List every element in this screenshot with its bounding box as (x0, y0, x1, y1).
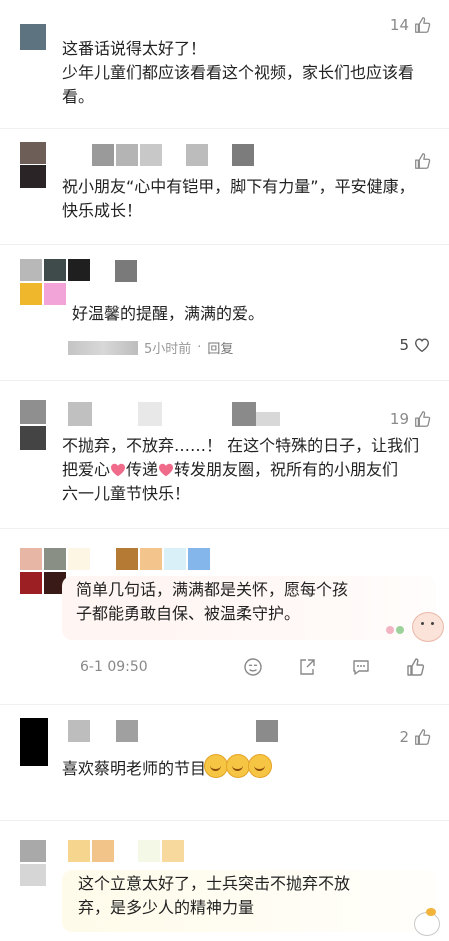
like-button[interactable]: 2 (399, 728, 431, 746)
timestamp: 6-1 09:50 (80, 659, 148, 675)
thumbs-emoji-icon (248, 754, 273, 778)
comment-item: 19 不抛弃，不放弃……！ 在这个特殊的日子，让我们 把爱心 传递 转发朋友圈，祝所… (0, 380, 449, 520)
comment-text: 喜欢蔡明老师的节目 (62, 754, 273, 781)
comment-text: 这个立意太好了，士兵突击不抛弃不放 弃，是多少人的精神力量 (78, 872, 350, 920)
text-segment: 转发朋友圈，祝所有的小朋友们 (174, 460, 399, 479)
action-row (243, 657, 425, 677)
comment-line: 六一儿童节快乐！ (62, 484, 191, 503)
comment-item: 2 喜欢蔡明老师的节目 (0, 704, 449, 814)
username-blurred[interactable] (115, 260, 137, 282)
avatar[interactable] (20, 142, 46, 188)
comment-line: 这个立意太好了，士兵突击不抛弃不放 (78, 874, 351, 893)
comment-line: 快乐成长！ (62, 201, 143, 220)
separator-dot: · (197, 340, 202, 355)
like-button[interactable] (409, 152, 431, 170)
thumb-up-icon (415, 153, 431, 169)
comment-item: 简单几句话，满满都是关怀，愿每个孩 子都能勇敢自保、被温柔守护。 6-1 09:… (0, 528, 449, 698)
comment-item: 这个立意太好了，士兵突击不抛弃不放 弃，是多少人的精神力量 (0, 820, 449, 941)
like-count: 19 (389, 410, 409, 428)
share-icon[interactable] (297, 657, 317, 677)
heart-emoji-icon (111, 463, 126, 477)
comment-item: 14 这番话说得太好了！ 少年儿童们都应该看看这个视频，家长们也应该看 看。 (0, 0, 449, 120)
comment-line: 不抛弃，不放弃……！ 在这个特殊的日子，让我们 (62, 436, 420, 455)
thumb-up-icon (415, 17, 431, 33)
text-segment: 把爱心 (62, 460, 111, 479)
avatar[interactable] (20, 24, 46, 50)
like-count: 14 (389, 16, 409, 34)
meta-row: 5小时前 · 回复 (68, 338, 233, 357)
thumbs-emoji-icon (226, 754, 251, 778)
like-button[interactable]: 19 (390, 410, 431, 428)
comment-line: 喜欢蔡明老师的节目 (62, 759, 207, 778)
comment-text: 这番话说得太好了！ 少年儿童们都应该看看这个视频，家长们也应该看 看。 (62, 37, 414, 109)
username-blurred[interactable] (68, 340, 138, 355)
bubble-decoration (412, 908, 442, 936)
like-count: 2 (399, 728, 409, 746)
heart-outline-icon (415, 338, 429, 353)
avatar[interactable] (20, 840, 46, 888)
comment-text: 好温馨的提醒，满满的爱。 (72, 302, 264, 326)
thumb-up-icon (415, 411, 431, 427)
avatar[interactable] (20, 548, 68, 596)
comment-line: 少年儿童们都应该看看这个视频，家长们也应该看 (62, 63, 415, 82)
comment-text: 不抛弃，不放弃……！ 在这个特殊的日子，让我们 把爱心 传递 转发朋友圈，祝所有的小… (62, 434, 419, 506)
comment-icon[interactable] (351, 657, 371, 677)
comment-line: 弃，是多少人的精神力量 (78, 898, 255, 917)
avatar[interactable] (20, 718, 48, 766)
comment-text: 祝小朋友“心中有铠甲，脚下有力量”，平安健康， 快乐成长！ (62, 175, 415, 223)
comment-item: 祝小朋友“心中有铠甲，脚下有力量”，平安健康， 快乐成长！ (0, 128, 449, 238)
thumb-up-icon[interactable] (405, 657, 425, 677)
comment-text: 简单几句话，满满都是关怀，愿每个孩 子都能勇敢自保、被温柔守护。 (76, 578, 348, 626)
avatar[interactable] (20, 400, 46, 450)
heart-emoji-icon (159, 463, 174, 477)
avatar[interactable] (20, 259, 90, 307)
bubble-decoration (384, 610, 444, 644)
reply-link[interactable]: 回复 (207, 338, 233, 357)
face-icon[interactable] (243, 657, 263, 677)
thumbs-emoji-icon (204, 754, 229, 778)
comment-line: 把爱心 传递 转发朋友圈，祝所有的小朋友们 (62, 458, 419, 482)
thumb-up-icon (415, 729, 431, 745)
timestamp: 5小时前 (144, 342, 192, 357)
comment-line: 好温馨的提醒，满满的爱。 (72, 304, 265, 323)
comment-line: 子都能勇敢自保、被温柔守护。 (76, 604, 301, 623)
like-count: 5 (399, 336, 409, 354)
like-button[interactable]: 14 (390, 16, 431, 34)
comment-line: 看。 (62, 87, 95, 106)
comment-line: 简单几句话，满满都是关怀，愿每个孩 (76, 580, 349, 599)
like-button[interactable]: 5 (399, 336, 431, 354)
text-segment: 传递 (126, 460, 159, 479)
comment-item: 好温馨的提醒，满满的爱。 5小时前 · 回复 5 (0, 244, 449, 374)
comment-line: 这番话说得太好了！ (62, 39, 207, 58)
comment-line: 祝小朋友“心中有铠甲，脚下有力量”，平安健康， (62, 177, 415, 196)
